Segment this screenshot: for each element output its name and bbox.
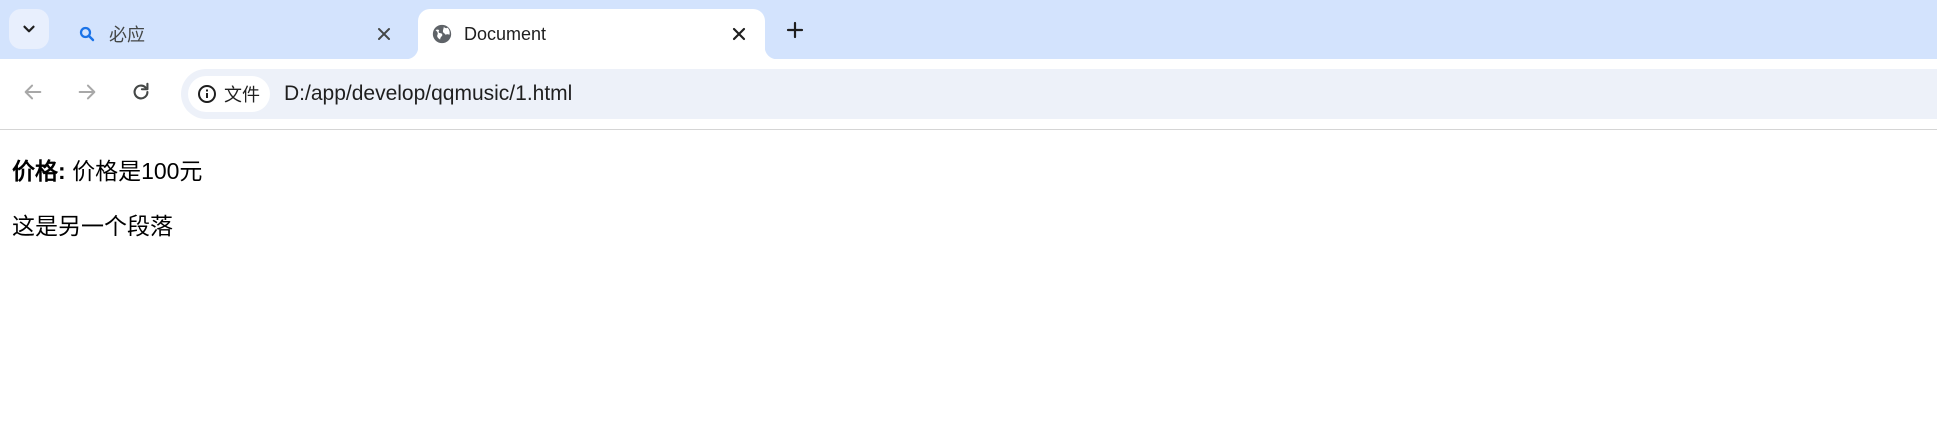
arrow-right-icon	[78, 84, 96, 100]
toolbar: 文件 D:/app/develop/qqmusic/1.html	[0, 59, 1937, 130]
reload-button[interactable]	[123, 74, 159, 110]
site-info-chip[interactable]: 文件	[188, 76, 270, 112]
tab-bing[interactable]: 必应	[60, 9, 410, 59]
search-icon	[75, 22, 99, 46]
info-icon	[198, 85, 216, 103]
site-info-label: 文件	[224, 85, 260, 105]
new-tab-button[interactable]	[780, 15, 810, 45]
tab-title: 必应	[109, 25, 145, 45]
paragraph: 这是另一个段落	[12, 213, 173, 239]
chevron-down-icon	[23, 25, 35, 33]
back-button[interactable]	[15, 74, 51, 110]
tab-search-button[interactable]	[9, 9, 49, 49]
price-label: 价格:	[12, 158, 66, 184]
address-bar[interactable]: 文件 D:/app/develop/qqmusic/1.html	[181, 69, 1937, 119]
reload-icon	[133, 82, 149, 100]
close-icon[interactable]	[725, 20, 753, 48]
tab-document[interactable]: Document	[406, 9, 777, 59]
page-content: 价格: 价格是100元 这是另一个段落	[12, 155, 202, 242]
forward-button[interactable]	[69, 74, 105, 110]
tab-strip: 必应 Document	[0, 0, 1937, 59]
price-paragraph: 价格: 价格是100元	[12, 155, 202, 187]
price-value: 价格是100元	[72, 158, 203, 184]
plus-icon	[786, 21, 804, 39]
arrow-left-icon	[24, 84, 42, 100]
close-icon[interactable]	[370, 20, 398, 48]
url-text[interactable]: D:/app/develop/qqmusic/1.html	[284, 82, 572, 106]
globe-icon	[430, 22, 454, 46]
tab-title: Document	[464, 23, 547, 44]
